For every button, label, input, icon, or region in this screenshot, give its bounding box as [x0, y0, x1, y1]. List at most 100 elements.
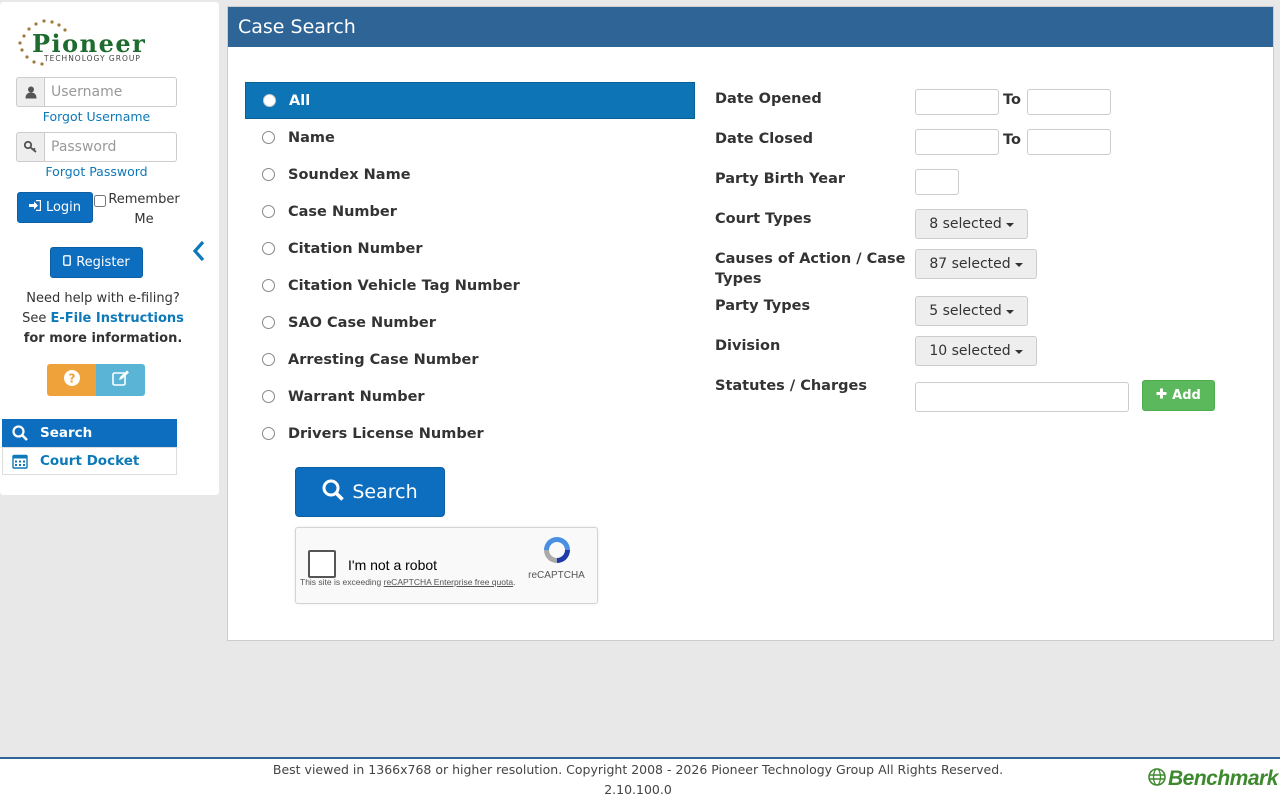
username-input[interactable]: [44, 77, 177, 107]
radio-icon[interactable]: [262, 279, 275, 292]
search-type-case-number[interactable]: Case Number: [245, 193, 695, 230]
date-closed-to-input[interactable]: [1027, 129, 1111, 155]
date-closed-to-label: To: [1003, 132, 1021, 148]
case-search-panel: Case Search All Name Soundex Name Case N…: [227, 6, 1274, 641]
division-value: 10 selected: [929, 343, 1011, 359]
help-see: See: [22, 311, 51, 326]
radio-icon[interactable]: [262, 427, 275, 440]
search-type-arresting-case-number[interactable]: Arresting Case Number: [245, 341, 695, 378]
party-birth-year-label: Party Birth Year: [715, 171, 846, 187]
forgot-password-link[interactable]: Forgot Password: [0, 164, 193, 179]
recaptcha-quota-note: This site is exceeding reCAPTCHA Enterpr…: [300, 577, 515, 587]
radio-icon[interactable]: [262, 205, 275, 218]
search-type-label: Citation Number: [288, 240, 423, 257]
search-type-citation-vehicle-tag[interactable]: Citation Vehicle Tag Number: [245, 267, 695, 304]
pioneer-logo[interactable]: Pioneer TECHNOLOGY GROUP: [16, 16, 181, 68]
radio-icon[interactable]: [263, 94, 276, 107]
court-types-dropdown[interactable]: 8 selected: [915, 209, 1028, 239]
search-icon: [5, 425, 35, 441]
radio-icon[interactable]: [262, 316, 275, 329]
add-statute-button[interactable]: Add: [1142, 380, 1215, 411]
party-types-value: 5 selected: [929, 303, 1002, 319]
edit-icon: [111, 370, 130, 390]
benchmark-globe-icon: [1148, 768, 1166, 790]
recaptcha-quota-link[interactable]: reCAPTCHA Enterprise free quota: [384, 577, 513, 587]
search-type-sao-case-number[interactable]: SAO Case Number: [245, 304, 695, 341]
caret-down-icon: [1014, 263, 1023, 267]
sidebar: Pioneer TECHNOLOGY GROUP Forgot Username…: [0, 2, 219, 495]
svg-text:?: ?: [68, 372, 75, 386]
radio-icon[interactable]: [262, 168, 275, 181]
register-label: Register: [76, 255, 130, 270]
efile-instructions-link[interactable]: E-File Instructions: [50, 311, 183, 326]
date-opened-to-input[interactable]: [1027, 89, 1111, 115]
page-title: Case Search: [228, 7, 1273, 47]
radio-icon[interactable]: [262, 131, 275, 144]
court-types-label: Court Types: [715, 211, 812, 227]
username-group: [16, 77, 177, 107]
remember-me-checkbox[interactable]: [94, 195, 106, 207]
radio-icon[interactable]: [262, 390, 275, 403]
party-birth-year-input[interactable]: [915, 169, 959, 195]
edit-button[interactable]: [96, 364, 145, 396]
causes-of-action-dropdown[interactable]: 87 selected: [915, 249, 1037, 279]
radio-icon[interactable]: [262, 353, 275, 366]
search-type-soundex-name[interactable]: Soundex Name: [245, 156, 695, 193]
user-icon: [16, 77, 44, 107]
party-types-dropdown[interactable]: 5 selected: [915, 296, 1028, 326]
efile-help: Need help with e-filing? See E-File Inst…: [8, 289, 198, 349]
plus-icon: [1156, 388, 1167, 403]
footer: Best viewed in 1366x768 or higher resolu…: [0, 757, 1280, 800]
search-type-drivers-license[interactable]: Drivers License Number: [245, 415, 695, 452]
caret-down-icon: [1014, 350, 1023, 354]
key-icon: [16, 132, 44, 162]
search-type-label: SAO Case Number: [288, 314, 436, 331]
date-closed-label: Date Closed: [715, 131, 814, 147]
recaptcha-widget: I'm not a robot reCAPTCHA This site is e…: [295, 527, 598, 604]
radio-icon[interactable]: [262, 242, 275, 255]
nav-court-docket[interactable]: Court Docket: [2, 447, 177, 475]
search-type-all[interactable]: All: [245, 82, 695, 119]
footer-version: 2.10.100.0: [604, 782, 672, 797]
caret-down-icon: [1005, 310, 1014, 314]
search-type-citation-number[interactable]: Citation Number: [245, 230, 695, 267]
caret-down-icon: [1005, 223, 1014, 227]
password-group: [16, 132, 177, 162]
date-closed-from-input[interactable]: [915, 129, 999, 155]
register-button[interactable]: Register: [50, 247, 143, 278]
forgot-username-link[interactable]: Forgot Username: [0, 109, 193, 124]
login-button[interactable]: Login: [17, 192, 93, 223]
date-opened-from-input[interactable]: [915, 89, 999, 115]
help-button[interactable]: ?: [47, 364, 96, 396]
causes-of-action-label: Causes of Action / Case Types: [715, 251, 906, 287]
search-type-warrant-number[interactable]: Warrant Number: [245, 378, 695, 415]
court-types-value: 8 selected: [929, 216, 1002, 232]
nav-court-docket-label: Court Docket: [40, 453, 140, 469]
benchmark-logo[interactable]: Benchmark: [1148, 767, 1278, 791]
logo-sub: TECHNOLOGY GROUP: [43, 54, 141, 63]
search-type-name[interactable]: Name: [245, 119, 695, 156]
date-opened-label: Date Opened: [715, 91, 822, 107]
search-type-label: Soundex Name: [288, 166, 411, 183]
search-button-label: Search: [352, 481, 418, 503]
password-input[interactable]: [44, 132, 177, 162]
division-dropdown[interactable]: 10 selected: [915, 336, 1037, 366]
recaptcha-label: I'm not a robot: [348, 557, 438, 573]
division-label: Division: [715, 338, 781, 354]
party-types-label: Party Types: [715, 298, 811, 314]
add-label: Add: [1172, 388, 1201, 403]
login-label: Login: [45, 200, 82, 215]
date-opened-to-label: To: [1003, 92, 1021, 108]
nav-search-label: Search: [40, 425, 93, 441]
search-type-label: Name: [288, 129, 335, 146]
remember-me-label[interactable]: Remember Me: [108, 190, 180, 230]
search-type-label: All: [289, 92, 311, 109]
statutes-charges-input[interactable]: [915, 382, 1129, 412]
recaptcha-checkbox[interactable]: [308, 550, 336, 578]
help-line-2: See E-File Instructions: [8, 309, 198, 329]
collapse-sidebar-icon[interactable]: [190, 239, 208, 263]
search-button[interactable]: Search: [295, 467, 445, 517]
benchmark-text: Benchmark: [1168, 767, 1278, 790]
nav-search[interactable]: Search: [2, 419, 177, 447]
search-type-label: Drivers License Number: [288, 425, 484, 442]
